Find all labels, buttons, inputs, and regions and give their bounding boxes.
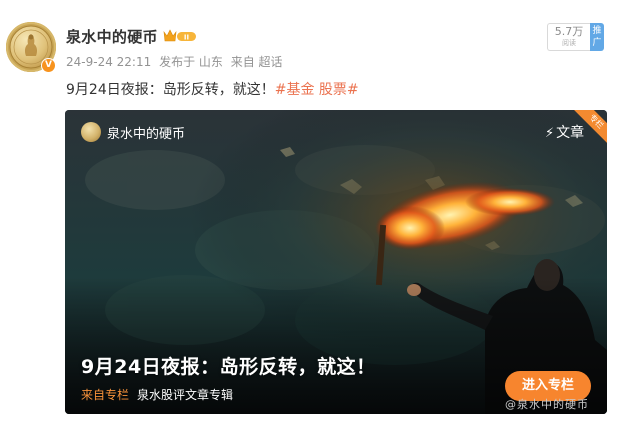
promote-button[interactable]: 推广 bbox=[590, 23, 604, 51]
article-source: 来自专栏 泉水股评文章专辑 bbox=[81, 386, 233, 403]
views-counter: 5.7万 阅读 bbox=[547, 23, 590, 51]
card-author-name: 泉水中的硬币 bbox=[107, 127, 186, 142]
username[interactable]: 泉水中的硬币 bbox=[66, 26, 158, 47]
column-name[interactable]: 泉水股评文章专辑 bbox=[137, 388, 233, 402]
views-count: 5.7万 bbox=[554, 25, 584, 38]
watermark: @泉水中的硬币 bbox=[505, 398, 589, 411]
views-label: 阅读 bbox=[562, 39, 576, 47]
card-author-avatar bbox=[81, 122, 101, 142]
weibo-post: V 泉水中的硬币 II 24-9-24 22:11 发布于 山东 来自 超话 5… bbox=[0, 0, 639, 424]
lightning-icon: ⚡ bbox=[545, 126, 555, 141]
post-time[interactable]: 24-9-24 22:11 bbox=[66, 55, 151, 69]
member-level: II bbox=[184, 34, 189, 42]
post-source[interactable]: 来自 超话 bbox=[231, 55, 283, 69]
article-card[interactable]: 泉水中的硬币 ⚡ 文章 专栏 9月24日夜报：岛形反转，就这！ 来自专栏 泉水股评文… bbox=[65, 110, 607, 414]
post-body: 9月24日夜报：岛形反转，就这！ bbox=[66, 82, 275, 98]
verified-badge: V bbox=[41, 58, 56, 73]
source-from-label: 来自专栏 bbox=[81, 388, 130, 402]
article-title[interactable]: 9月24日夜报：岛形反转，就这！ bbox=[81, 352, 376, 379]
crown-member-icon: II bbox=[163, 29, 196, 42]
verified-icon: V bbox=[42, 59, 55, 72]
post-text: 9月24日夜报：岛形反转，就这！#基金 股票# bbox=[66, 79, 359, 99]
card-type: ⚡ 文章 bbox=[545, 122, 584, 142]
post-location: 发布于 山东 bbox=[159, 55, 223, 69]
topic-tag-link[interactable]: #基金 股票# bbox=[275, 82, 359, 98]
post-meta: 24-9-24 22:11 发布于 山东 来自 超话 bbox=[66, 53, 287, 70]
card-type-label: 文章 bbox=[556, 125, 585, 141]
